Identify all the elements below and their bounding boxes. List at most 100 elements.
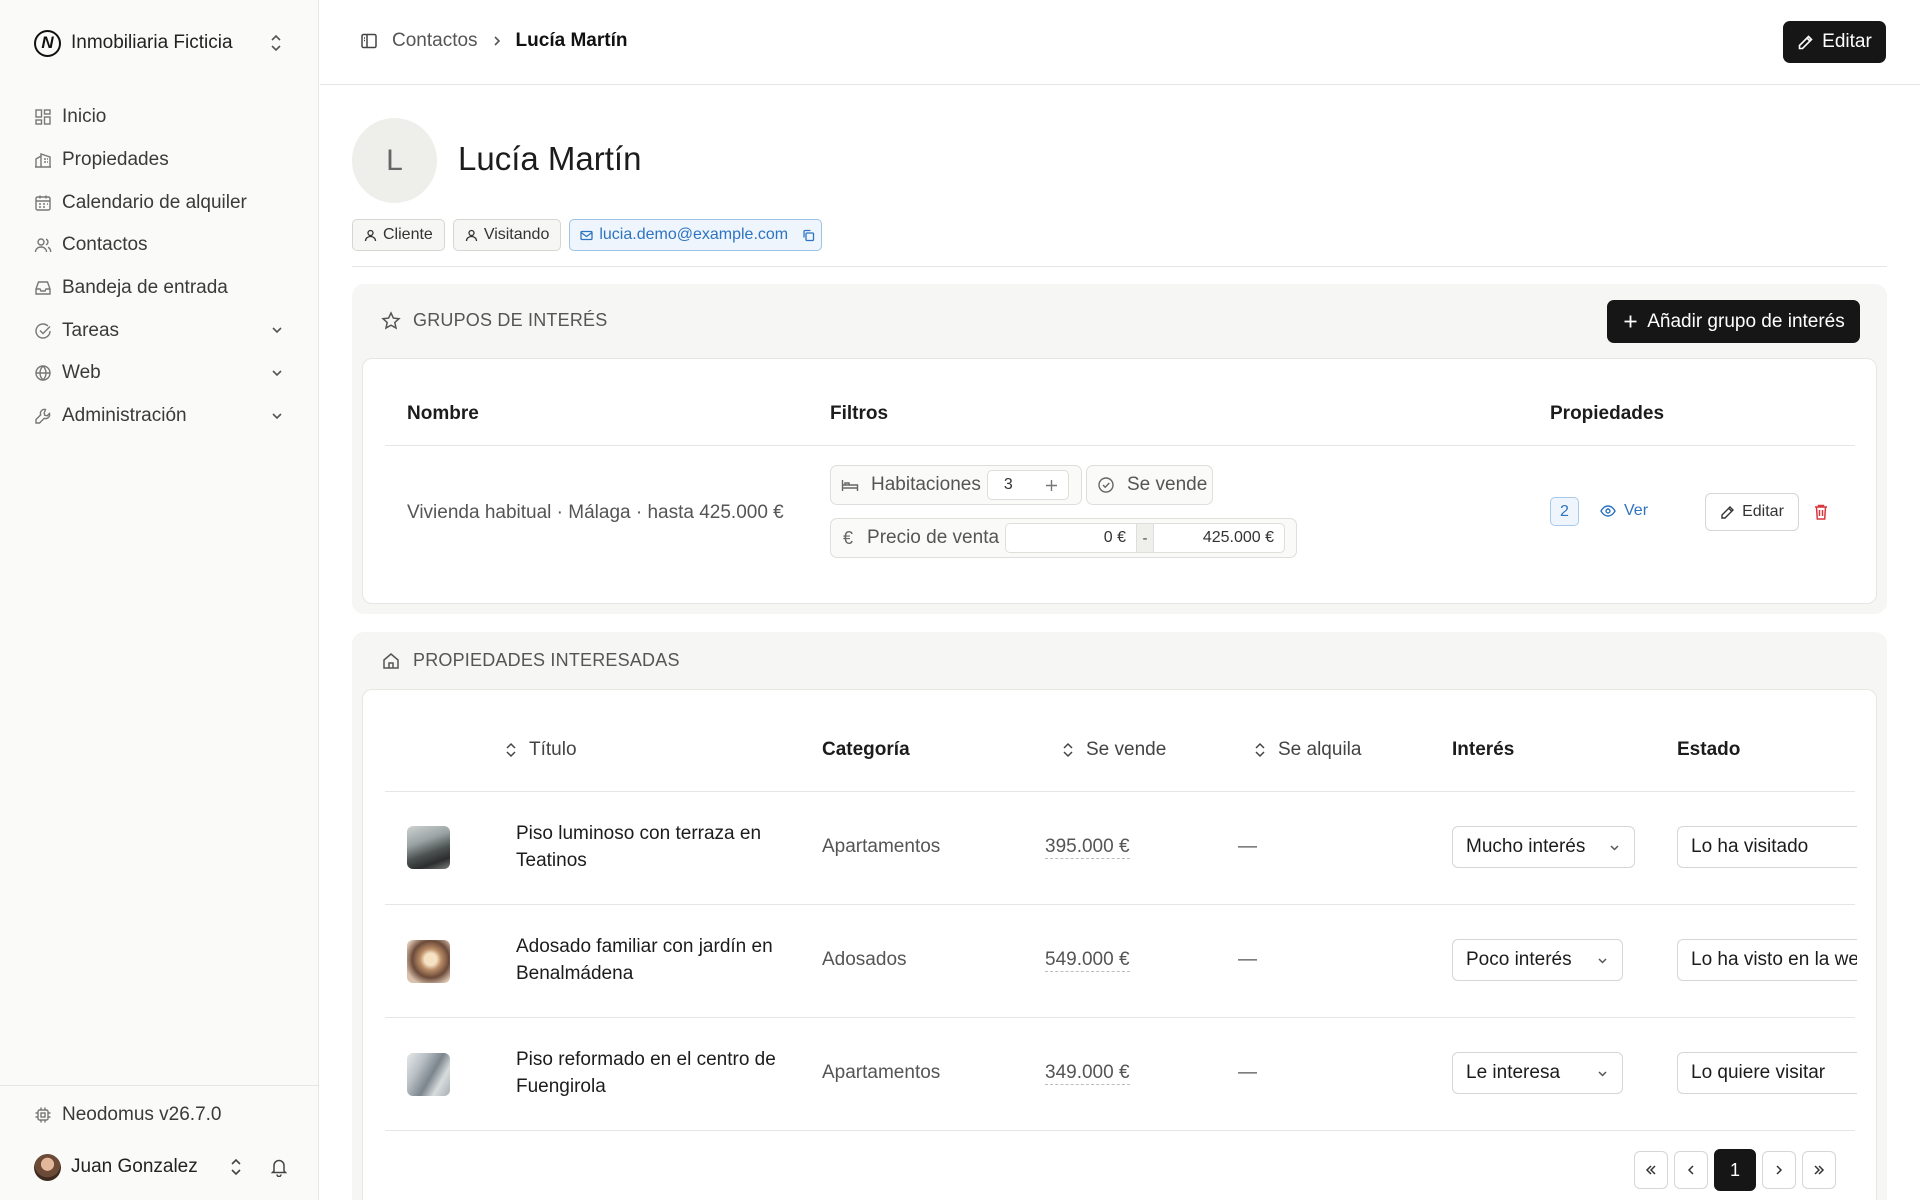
sidebar-item-label: Inicio bbox=[62, 106, 107, 128]
interest-value: Poco interés bbox=[1466, 949, 1572, 970]
copy-icon bbox=[803, 229, 815, 241]
page-button-current[interactable]: 1 bbox=[1714, 1149, 1756, 1191]
property-title[interactable]: Piso reformado en el centro de Fuengirol… bbox=[516, 1046, 786, 1100]
property-thumbnail[interactable] bbox=[407, 940, 450, 983]
interested-properties-section: PROPIEDADES INTERESADAS Título Categoría… bbox=[352, 632, 1887, 1200]
sort-icon bbox=[506, 742, 516, 758]
add-interest-group-button[interactable]: Añadir grupo de interés bbox=[1607, 300, 1860, 343]
sidebar-toggle-icon[interactable] bbox=[360, 32, 378, 50]
property-title[interactable]: Adosado familiar con jardín en Benalmáde… bbox=[516, 933, 786, 987]
next-page-button[interactable] bbox=[1762, 1151, 1796, 1189]
header-label: Se vende bbox=[1086, 739, 1167, 760]
version-info: Neodomus v26.7.0 bbox=[34, 1104, 222, 1126]
breadcrumb-current: Lucía Martín bbox=[515, 30, 628, 51]
sidebar-item-tareas[interactable]: Tareas bbox=[34, 309, 284, 352]
email-link[interactable]: lucia.demo@example.com bbox=[569, 219, 798, 251]
sidebar-footer: Neodomus v26.7.0 Juan Gonzalez bbox=[0, 1085, 319, 1200]
sort-icon bbox=[1063, 742, 1073, 758]
column-header-filtros: Filtros bbox=[830, 403, 889, 424]
section-title: PROPIEDADES INTERESADAS bbox=[413, 650, 680, 670]
sort-icon bbox=[1255, 742, 1265, 758]
edit-label: Editar bbox=[1822, 31, 1872, 52]
tag-cliente: Cliente bbox=[352, 219, 445, 251]
edit-label: Editar bbox=[1742, 503, 1784, 520]
chevron-left-icon bbox=[1687, 1165, 1694, 1175]
status-select[interactable]: Lo ha visto en la we bbox=[1677, 939, 1857, 981]
sidebar-item-propiedades[interactable]: Propiedades bbox=[34, 139, 284, 182]
tag-label: Cliente bbox=[383, 226, 433, 243]
row-divider bbox=[385, 1017, 1855, 1018]
status-select[interactable]: Lo ha visitado bbox=[1677, 826, 1857, 868]
home-icon bbox=[383, 652, 399, 669]
filter-label: Se vende bbox=[1127, 474, 1208, 495]
property-category: Apartamentos bbox=[822, 836, 941, 857]
sidebar-item-bandeja[interactable]: Bandeja de entrada bbox=[34, 267, 284, 310]
interest-select[interactable]: Mucho interés bbox=[1452, 826, 1635, 868]
interest-select[interactable]: Le interesa bbox=[1452, 1052, 1623, 1094]
price-min-input[interactable]: 0 € bbox=[1005, 523, 1138, 553]
chevron-down-icon[interactable] bbox=[270, 366, 284, 380]
trash-icon[interactable] bbox=[1813, 503, 1829, 521]
last-page-button[interactable] bbox=[1802, 1151, 1836, 1189]
column-header-nombre[interactable]: Nombre bbox=[407, 403, 479, 425]
interest-value: Le interesa bbox=[1466, 1062, 1561, 1083]
copy-email-button[interactable] bbox=[796, 219, 823, 251]
user-menu[interactable]: Juan Gonzalez bbox=[34, 1152, 289, 1182]
first-page-button[interactable] bbox=[1634, 1151, 1668, 1189]
breadcrumb: Contactos Lucía Martín bbox=[360, 30, 627, 52]
edit-group-button[interactable]: Editar bbox=[1705, 493, 1799, 531]
mail-icon bbox=[580, 230, 593, 240]
property-category: Adosados bbox=[822, 949, 907, 970]
interest-select[interactable]: Poco interés bbox=[1452, 939, 1623, 981]
sidebar: N Inmobiliaria Ficticia Inicio Propiedad… bbox=[0, 0, 319, 1200]
dashboard-icon bbox=[34, 108, 52, 126]
pencil-icon bbox=[1798, 34, 1813, 49]
interest-group-name: Vivienda habitual · Málaga · hasta 425.0… bbox=[407, 502, 784, 523]
chevron-right-icon bbox=[493, 36, 500, 46]
edit-contact-button[interactable]: Editar bbox=[1783, 21, 1886, 63]
chevron-down-icon[interactable] bbox=[270, 323, 284, 337]
section-header: PROPIEDADES INTERESADAS bbox=[381, 650, 680, 671]
sidebar-item-contactos[interactable]: Contactos bbox=[34, 224, 284, 267]
column-header-se-alquila[interactable]: Se alquila bbox=[1254, 739, 1361, 761]
property-thumbnail[interactable] bbox=[407, 826, 450, 869]
sidebar-item-label: Bandeja de entrada bbox=[62, 277, 228, 299]
chevrons-left-icon bbox=[1645, 1165, 1656, 1175]
chevron-down-icon[interactable] bbox=[270, 409, 284, 423]
plus-icon[interactable] bbox=[1045, 479, 1058, 492]
org-switcher[interactable]: N Inmobiliaria Ficticia bbox=[34, 26, 284, 60]
interest-value: Mucho interés bbox=[1466, 836, 1586, 857]
sidebar-item-label: Web bbox=[62, 362, 101, 384]
column-header-titulo[interactable]: Título bbox=[505, 739, 577, 761]
email-text: lucia.demo@example.com bbox=[599, 226, 789, 243]
interest-groups-table: Nombre Filtros Propiedades Vivienda habi… bbox=[362, 358, 1877, 604]
property-title[interactable]: Piso luminoso con terraza en Teatinos bbox=[516, 820, 786, 874]
rooms-stepper[interactable]: 3 bbox=[986, 470, 1069, 500]
price-min-value: 0 € bbox=[1103, 529, 1127, 546]
row-divider bbox=[385, 904, 1855, 905]
check-circle-icon bbox=[1098, 477, 1114, 493]
chevron-up-down-icon bbox=[231, 1158, 241, 1176]
sidebar-item-web[interactable]: Web bbox=[34, 352, 284, 395]
row-divider bbox=[385, 1130, 1855, 1131]
property-category: Apartamentos bbox=[822, 1062, 941, 1083]
plus-icon bbox=[1624, 315, 1637, 328]
column-header-se-vende[interactable]: Se vende bbox=[1062, 739, 1166, 761]
filter-se-vende[interactable]: Se vende bbox=[1086, 465, 1213, 505]
sidebar-item-administracion[interactable]: Administración bbox=[34, 395, 284, 438]
bell-icon[interactable] bbox=[270, 1157, 288, 1177]
tag-label: Visitando bbox=[483, 226, 550, 243]
price-max-input[interactable]: 425.000 € bbox=[1153, 523, 1286, 553]
prev-page-button[interactable] bbox=[1674, 1151, 1708, 1189]
sidebar-item-calendario[interactable]: Calendario de alquiler bbox=[34, 181, 284, 224]
section-title: GRUPOS DE INTERÉS bbox=[413, 310, 608, 330]
sidebar-item-label: Tareas bbox=[62, 319, 120, 341]
breadcrumb-contactos[interactable]: Contactos bbox=[392, 30, 478, 52]
property-thumbnail[interactable] bbox=[407, 1053, 450, 1096]
view-properties-link[interactable]: Ver bbox=[1600, 502, 1648, 520]
header-divider bbox=[385, 445, 1855, 446]
sidebar-item-inicio[interactable]: Inicio bbox=[34, 96, 284, 139]
topbar: Contactos Lucía Martín Editar bbox=[320, 0, 1920, 85]
status-select[interactable]: Lo quiere visitar bbox=[1677, 1052, 1857, 1094]
email-tag: lucia.demo@example.com bbox=[569, 219, 823, 251]
